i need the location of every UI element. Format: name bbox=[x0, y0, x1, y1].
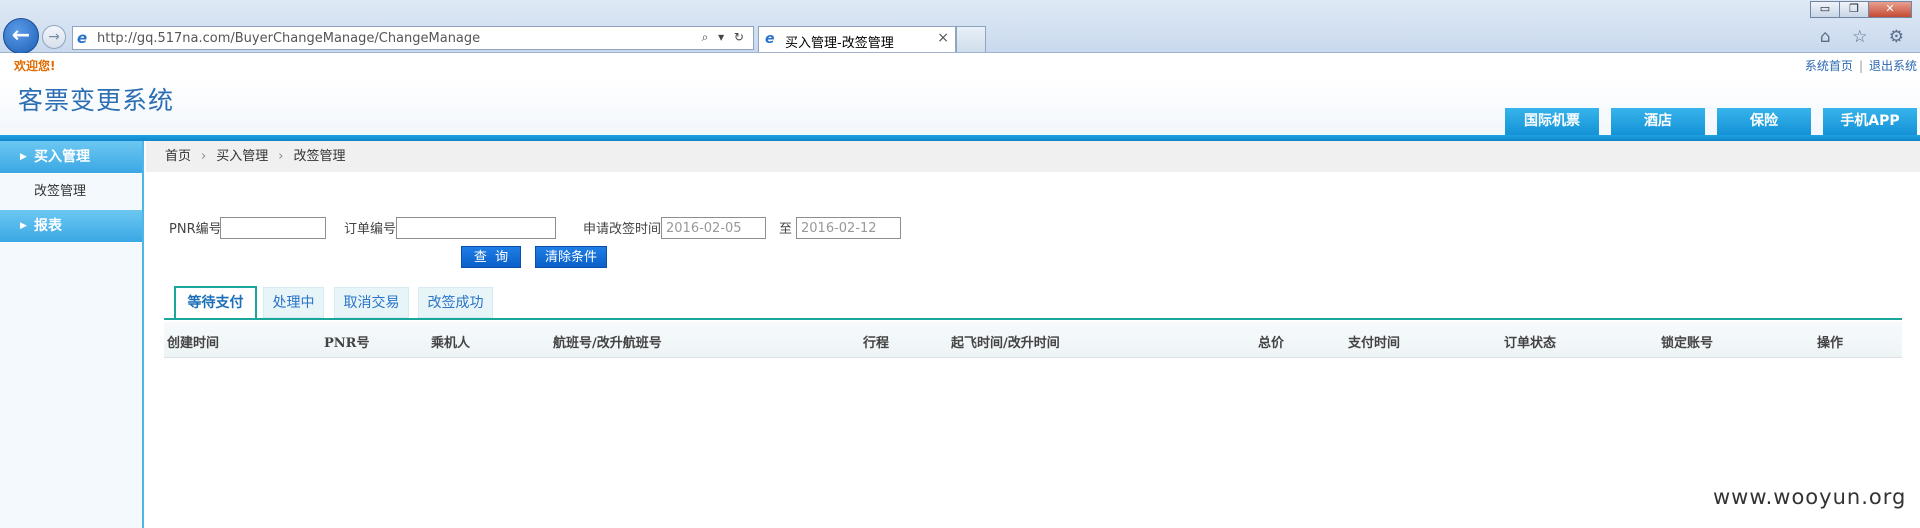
breadcrumb-separator: › bbox=[201, 149, 207, 164]
column-payment-time: 支付时间 bbox=[1348, 336, 1401, 351]
toplink-separator: | bbox=[1858, 59, 1863, 73]
home-link[interactable]: 系统首页 bbox=[1805, 59, 1853, 73]
sidebar: ▶ 买入管理 改签管理 ▶ 报表 bbox=[0, 141, 144, 528]
nav-intl-flights[interactable]: 国际机票 bbox=[1505, 108, 1599, 135]
breadcrumb-buy-manage[interactable]: 买入管理 bbox=[216, 149, 268, 164]
close-window-icon[interactable]: ✕ bbox=[1868, 1, 1912, 18]
date-from-input[interactable] bbox=[661, 217, 766, 239]
column-flight-no: 航班号/改升航班号 bbox=[553, 336, 662, 351]
column-passenger: 乘机人 bbox=[431, 336, 471, 351]
column-total-price: 总价 bbox=[1258, 336, 1285, 351]
caret-right-icon: ▶ bbox=[20, 152, 27, 162]
date-to-input[interactable] bbox=[796, 217, 901, 239]
sidebar-group-buy-manage[interactable]: ▶ 买入管理 bbox=[0, 141, 142, 174]
orders-table-header: 创建时间 PNR号 乘机人 航班号/改升航班号 行程 起飞时间/改升时间 总价 … bbox=[164, 322, 1902, 358]
top-nav: 国际机票 酒店 保险 手机APP bbox=[1493, 108, 1917, 135]
address-tools-icons[interactable]: ⌕ ▾ ↻ bbox=[702, 30, 747, 45]
logout-link[interactable]: 退出系统 bbox=[1869, 59, 1917, 73]
ie-page-icon: e bbox=[77, 29, 88, 47]
tab-cancelled[interactable]: 取消交易 bbox=[334, 287, 409, 318]
watermark: www.wooyun.org bbox=[1713, 485, 1907, 509]
address-bar[interactable]: e http://gq.517na.com/BuyerChangeManage/… bbox=[72, 26, 754, 50]
nav-mobile-app[interactable]: 手机APP bbox=[1823, 108, 1917, 135]
welcome-text: 欢迎您! bbox=[14, 59, 56, 73]
sidebar-group-label: 报表 bbox=[34, 218, 62, 234]
order-input[interactable] bbox=[396, 217, 556, 239]
order-label: 订单编号 bbox=[344, 222, 397, 237]
query-button[interactable]: 查 询 bbox=[461, 246, 521, 268]
nav-insurance[interactable]: 保险 bbox=[1717, 108, 1811, 135]
restore-icon[interactable]: ❐ bbox=[1839, 1, 1869, 18]
window-controls: ▭ ❐ ✕ bbox=[1810, 1, 1912, 18]
site-header: 客票变更系统 国际机票 酒店 保险 手机APP bbox=[0, 77, 1920, 135]
tab-close-icon[interactable]: × bbox=[937, 30, 949, 46]
breadcrumb-home[interactable]: 首页 bbox=[165, 149, 191, 164]
address-url[interactable]: http://gq.517na.com/BuyerChangeManage/Ch… bbox=[97, 31, 480, 46]
tab-change-success[interactable]: 改签成功 bbox=[418, 287, 493, 318]
tabs-underline bbox=[164, 318, 1902, 320]
site-topbar: 欢迎您! 系统首页 | 退出系统 bbox=[0, 53, 1920, 77]
pnr-input[interactable] bbox=[220, 217, 326, 239]
sidebar-group-reports[interactable]: ▶ 报表 bbox=[0, 210, 142, 243]
home-favorites-settings-icons[interactable]: ⌂ ☆ ⚙ bbox=[1820, 27, 1912, 47]
new-tab-button[interactable] bbox=[956, 26, 986, 52]
browser-tab[interactable]: e 买入管理-改签管理 × bbox=[758, 26, 956, 52]
clear-conditions-button[interactable]: 清除条件 bbox=[535, 246, 607, 268]
back-arrow-icon[interactable]: ← bbox=[3, 18, 39, 54]
column-order-status: 订单状态 bbox=[1504, 336, 1557, 351]
top-links: 系统首页 | 退出系统 bbox=[1805, 57, 1917, 74]
sidebar-group-label: 买入管理 bbox=[34, 149, 90, 165]
browser-chrome: ← → e http://gq.517na.com/BuyerChangeMan… bbox=[0, 0, 1920, 54]
site-logo: 客票变更系统 bbox=[18, 86, 175, 115]
breadcrumb: 首页 › 买入管理 › 改签管理 bbox=[146, 141, 1920, 172]
pnr-label: PNR编号 bbox=[169, 222, 222, 237]
tab-processing[interactable]: 处理中 bbox=[263, 287, 324, 318]
forward-arrow-icon[interactable]: → bbox=[42, 25, 66, 49]
date-separator: 至 bbox=[779, 222, 793, 237]
caret-right-icon: ▶ bbox=[20, 221, 27, 231]
column-actions: 操作 bbox=[1817, 336, 1844, 351]
column-created-time: 创建时间 bbox=[167, 336, 220, 351]
tab-awaiting-payment[interactable]: 等待支付 bbox=[174, 286, 257, 319]
breadcrumb-separator: › bbox=[278, 149, 284, 164]
column-pnr: PNR号 bbox=[324, 336, 370, 351]
breadcrumb-current: 改签管理 bbox=[293, 149, 346, 164]
minimize-icon[interactable]: ▭ bbox=[1810, 1, 1840, 18]
column-locked-account: 锁定账号 bbox=[1661, 336, 1714, 351]
date-label: 申请改签时间 bbox=[583, 222, 662, 237]
sidebar-item-change-manage[interactable]: 改签管理 bbox=[0, 174, 142, 210]
column-itinerary: 行程 bbox=[863, 336, 890, 351]
browser-tab-title: 买入管理-改签管理 bbox=[785, 36, 894, 51]
column-departure-time: 起飞时间/改升时间 bbox=[951, 336, 1060, 351]
nav-hotel[interactable]: 酒店 bbox=[1611, 108, 1705, 135]
tab-ie-icon: e bbox=[765, 31, 775, 47]
